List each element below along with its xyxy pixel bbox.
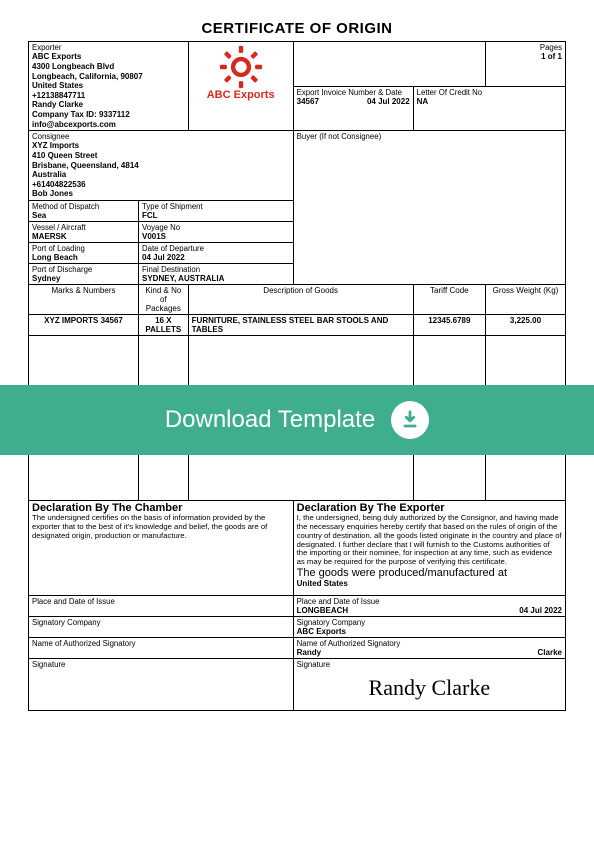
certificate-table: Exporter ABC Exports 4300 Longbeach Blvd…: [28, 41, 566, 711]
goods-row: XYZ IMPORTS 34567 16 X PALLETS FURNITURE…: [29, 315, 566, 336]
dest-cell: Final Destination SYDNEY, AUSTRALIA: [139, 264, 294, 285]
vessel-cell: Vessel / Aircraft MAERSK: [29, 222, 139, 243]
credit-cell: Letter Of Credit No NA: [413, 86, 565, 131]
gear-icon: [219, 45, 263, 89]
sig-company-right: Signatory Company ABC Exports: [293, 617, 565, 638]
place-issue-left: Place and Date of Issue: [29, 596, 294, 617]
sig-company-left: Signatory Company: [29, 617, 294, 638]
pod-cell: Port of Discharge Sydney: [29, 264, 139, 285]
goods-header: Marks & Numbers Kind & No of Packages De…: [29, 285, 566, 315]
shiptype-cell: Type of Shipment FCL: [139, 201, 294, 222]
dispatch-cell: Method of Dispatch Sea: [29, 201, 139, 222]
invoice-cell: Export Invoice Number & Date 34567 04 Ju…: [293, 86, 413, 131]
exporter-block: Exporter ABC Exports 4300 Longbeach Blvd…: [29, 42, 189, 131]
pages-cell: Pages 1 of 1: [486, 42, 566, 87]
voyage-cell: Voyage No V001S: [139, 222, 294, 243]
logo-cell: ABC Exports: [188, 42, 293, 131]
blank-cell: [293, 42, 485, 87]
sig-left: Signature: [29, 659, 294, 711]
download-template-button[interactable]: Download Template: [0, 385, 594, 455]
sig-right: Signature Randy Clarke: [293, 659, 565, 711]
download-icon: [391, 401, 429, 439]
signature-script: Randy Clarke: [297, 669, 562, 707]
download-label: Download Template: [165, 406, 375, 434]
doc-title: CERTIFICATE OF ORIGIN: [28, 20, 566, 37]
exporter-decl: Declaration By The Exporter I, the under…: [293, 501, 565, 596]
brand-name: ABC Exports: [192, 89, 290, 101]
auth-sig-right: Name of Authorized Signatory Randy Clark…: [293, 638, 565, 659]
pol-cell: Port of Loading Long Beach: [29, 243, 139, 264]
place-issue-right: Place and Date of Issue LONGBEACH 04 Jul…: [293, 596, 565, 617]
dod-cell: Date of Departure 04 Jul 2022: [139, 243, 294, 264]
buyer-block: Buyer (If not Consignee): [293, 131, 565, 285]
consignee-block: Consignee XYZ Imports 410 Queen Street B…: [29, 131, 294, 201]
auth-sig-left: Name of Authorized Signatory: [29, 638, 294, 659]
chamber-decl: Declaration By The Chamber The undersign…: [29, 501, 294, 596]
